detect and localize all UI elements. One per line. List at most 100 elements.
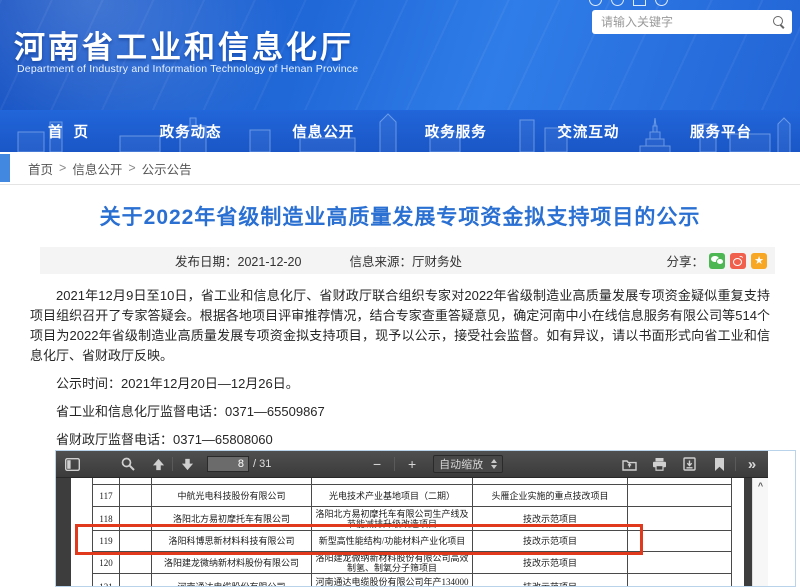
cell-category: 技改示范项目 <box>473 531 628 552</box>
share-favorite-icon[interactable]: ★ <box>751 253 767 269</box>
nav-item-interaction[interactable]: 交流互动 <box>557 121 619 142</box>
toolbar-separator <box>394 457 395 471</box>
cell-city <box>120 485 152 507</box>
paragraph-phone-finance: 省财政厅监督电话：0371—65808060 <box>30 430 770 450</box>
cell-city <box>120 531 152 552</box>
table-row: 121 河南通达电缆股份有限公司 河南通达电缆股份有限公司年产134000公里轨… <box>93 574 732 587</box>
toolbar-separator <box>172 457 173 471</box>
nav-items: 首 页 政务动态 信息公开 政务服务 交流互动 服务平台 <box>0 110 800 152</box>
publish-date: 发布日期：2021-12-20 <box>175 251 301 270</box>
zoom-spinner-icon <box>491 459 497 469</box>
table-row: 117 中航光电科技股份有限公司 光电技术产业基地项目（二期） 头雁企业实施的重… <box>93 485 732 507</box>
paragraph-main: 2021年12月9日至10日，省工业和信息化厅、省财政厅联合组织专家对2022年… <box>30 286 770 366</box>
open-file-icon[interactable] <box>619 454 639 474</box>
cell-city <box>120 507 152 531</box>
cell-project: 洛阳北方易初摩托车有限公司生产线及节能减排升级改造项目 <box>312 507 473 531</box>
cell-category: 技改示范项目 <box>473 552 628 574</box>
article-meta-bar: 发布日期：2021-12-20 信息来源：厅财务处 分享： ★ <box>40 247 775 274</box>
cell-index: 120 <box>93 552 120 574</box>
print-icon[interactable] <box>649 454 669 474</box>
table-row: 120 洛阳建龙微纳新材料股份有限公司 洛阳建龙微纳新材料股份有限公司高效制氢、… <box>93 552 732 574</box>
cell-company: 洛阳科博思新材料科技有限公司 <box>152 531 312 552</box>
breadcrumb-announcements[interactable]: 公示公告 <box>142 159 192 178</box>
cell-index: 119 <box>93 531 120 552</box>
cell-project: 洛阳建龙微纳新材料股份有限公司高效制氢、制氧分子筛项目 <box>312 552 473 574</box>
bookmark-icon[interactable] <box>709 454 729 474</box>
cell-category: 技改示范项目 <box>473 574 628 587</box>
quick-icon-2[interactable] <box>611 0 624 6</box>
share-weibo-icon[interactable] <box>730 253 746 269</box>
cell-category: 技改示范项目 <box>473 507 628 531</box>
site-title: 河南省工业和信息化厅 <box>14 22 354 67</box>
cell-project: 光电技术产业基地项目（二期） <box>312 485 473 507</box>
cell-category: 头雁企业实施的重点技改项目 <box>473 485 628 507</box>
zoom-in-icon[interactable]: + <box>402 454 422 474</box>
scroll-up-icon[interactable]: ^ <box>753 478 768 491</box>
info-source-label: 信息来源： <box>349 255 412 269</box>
paragraph-phone-miit: 省工业和信息化厅监督电话：0371—65509867 <box>30 402 770 422</box>
share-group: 分享： ★ <box>666 251 775 270</box>
pdf-scrollbar[interactable]: ^ <box>752 478 768 586</box>
pdf-content-area: 117 中航光电科技股份有限公司 光电技术产业基地项目（二期） 头雁企业实施的重… <box>56 478 752 586</box>
cell-city <box>120 552 152 574</box>
cell-index: 121 <box>93 574 120 587</box>
download-icon[interactable] <box>679 454 699 474</box>
cell-company: 洛阳建龙微纳新材料股份有限公司 <box>152 552 312 574</box>
zoom-mode-label: 自动缩放 <box>439 456 483 472</box>
cell-city <box>120 574 152 587</box>
nav-item-home[interactable]: 首 页 <box>48 121 89 142</box>
zoom-mode-select[interactable]: 自动缩放 <box>433 455 503 473</box>
breadcrumb-info-disclosure[interactable]: 信息公开 <box>72 159 122 178</box>
page-title: 关于2022年省级制造业高质量发展专项资金拟支持项目的公示 <box>15 201 785 231</box>
quick-icon-4[interactable] <box>655 0 668 6</box>
share-label: 分享： <box>666 251 704 270</box>
pdf-embed-frame: / 31 − + 自动缩放 <box>55 450 796 587</box>
page-down-icon[interactable] <box>177 454 197 474</box>
breadcrumb-separator: > <box>128 161 135 175</box>
site-search[interactable] <box>592 10 792 34</box>
nav-item-platform[interactable]: 服务平台 <box>690 121 752 142</box>
publish-date-value: 2021-12-20 <box>238 255 302 269</box>
breadcrumb-bar: 首页 > 信息公开 > 公示公告 <box>0 152 800 185</box>
table-row-highlighted: 119 洛阳科博思新材料科技有限公司 新型高性能结构/功能材料产业化项目 技改示… <box>93 531 732 552</box>
header-quick-icons <box>589 0 668 6</box>
breadcrumb-home[interactable]: 首页 <box>28 159 53 178</box>
main-nav: 首 页 政务动态 信息公开 政务服务 交流互动 服务平台 <box>0 110 800 152</box>
cell-company: 中航光电科技股份有限公司 <box>152 485 312 507</box>
cell-company: 洛阳北方易初摩托车有限公司 <box>152 507 312 531</box>
page-number-input[interactable] <box>207 456 249 472</box>
breadcrumb-separator: > <box>59 161 66 175</box>
cell-project: 河南通达电缆股份有限公司年产134000公里轨道交通直流和特种电缆项目 <box>312 574 473 587</box>
search-icon[interactable] <box>772 15 786 29</box>
project-table: 117 中航光电科技股份有限公司 光电技术产业基地项目（二期） 头雁企业实施的重… <box>92 478 732 586</box>
more-tools-icon[interactable]: » <box>742 454 762 474</box>
breadcrumb-accent <box>0 154 10 182</box>
site-header: 河南省工业和信息化厅 Department of Industry and In… <box>0 0 800 110</box>
nav-item-services[interactable]: 政务服务 <box>425 121 487 142</box>
breadcrumb: 首页 > 信息公开 > 公示公告 <box>28 159 192 178</box>
cell-index: 118 <box>93 507 120 531</box>
search-input[interactable] <box>601 15 772 29</box>
cell-project: 新型高性能结构/功能材料产业化项目 <box>312 531 473 552</box>
cell-company: 河南通达电缆股份有限公司 <box>152 574 312 587</box>
quick-icon-1[interactable] <box>589 0 602 6</box>
nav-item-info-disclosure[interactable]: 信息公开 <box>292 121 354 142</box>
sidebar-toggle-icon[interactable] <box>62 454 82 474</box>
page-up-icon[interactable] <box>148 454 168 474</box>
quick-icon-3[interactable] <box>633 0 646 6</box>
table-row: 118 洛阳北方易初摩托车有限公司 洛阳北方易初摩托车有限公司生产线及节能减排升… <box>93 507 732 531</box>
toolbar-separator <box>735 457 736 471</box>
page-count: / 31 <box>253 458 271 470</box>
publish-date-label: 发布日期： <box>175 255 238 269</box>
pdf-toolbar: / 31 − + 自动缩放 <box>56 451 768 478</box>
cell-index: 117 <box>93 485 120 507</box>
pdf-viewer: / 31 − + 自动缩放 <box>56 451 768 586</box>
share-wechat-icon[interactable] <box>709 253 725 269</box>
info-source-value: 厅财务处 <box>412 255 462 269</box>
nav-item-news[interactable]: 政务动态 <box>160 121 222 142</box>
info-source: 信息来源：厅财务处 <box>349 251 462 270</box>
find-icon[interactable] <box>118 454 138 474</box>
site-title-en: Department of Industry and Information T… <box>17 63 358 75</box>
paragraph-public-period: 公示时间：2021年12月20日—12月26日。 <box>30 374 770 394</box>
zoom-out-icon[interactable]: − <box>367 454 387 474</box>
